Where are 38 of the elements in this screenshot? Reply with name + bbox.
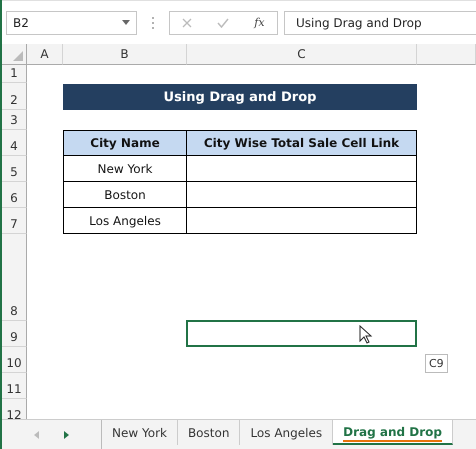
check-icon[interactable]: [217, 18, 230, 28]
row-header[interactable]: 5: [2, 156, 27, 182]
cell-reference-tooltip: C9: [425, 354, 448, 373]
row-header[interactable]: 4: [2, 130, 27, 156]
column-header[interactable]: [417, 44, 476, 65]
row-header[interactable]: 1: [2, 65, 27, 83]
column-header[interactable]: A: [27, 44, 63, 65]
row-header[interactable]: 7: [2, 208, 27, 234]
dropdown-caret-icon: [122, 20, 130, 25]
formula-field[interactable]: Using Drag and Drop: [284, 10, 476, 34]
row-header[interactable]: 3: [2, 110, 27, 130]
row-header[interactable]: 10: [2, 347, 27, 373]
sheet-tab[interactable]: Boston: [178, 420, 240, 445]
row-header[interactable]: 12: [2, 399, 27, 419]
corner-triangle-icon: [13, 51, 23, 61]
table-cell: Los Angeles: [63, 208, 187, 234]
row-header[interactable]: 11: [2, 373, 27, 399]
name-box[interactable]: B2: [6, 10, 137, 34]
title-cell: Using Drag and Drop: [63, 84, 417, 110]
row-header[interactable]: 2: [2, 83, 27, 110]
row-header[interactable]: 6: [2, 182, 27, 208]
row-header[interactable]: 9: [2, 321, 27, 347]
row-header[interactable]: 8: [2, 234, 27, 321]
table-cell: New York: [63, 156, 187, 182]
scroll-right-icon[interactable]: [64, 430, 69, 438]
select-all-corner[interactable]: [2, 44, 27, 65]
column-header[interactable]: B: [63, 44, 187, 65]
scroll-left-icon[interactable]: [34, 430, 40, 438]
insert-function-button[interactable]: fx: [254, 16, 265, 29]
table-header-cell: City Wise Total Sale Cell Link: [187, 130, 417, 156]
table-header-cell: City Name: [63, 130, 187, 156]
mouse-pointer-icon: [359, 325, 373, 345]
cancel-icon[interactable]: [182, 18, 192, 28]
table-cell: Boston: [63, 182, 187, 208]
column-header[interactable]: C: [187, 44, 417, 65]
sheet-tab[interactable]: New York: [102, 420, 178, 445]
grip-icon: [151, 16, 155, 30]
sheet-tab[interactable]: Drag and Drop: [333, 420, 453, 445]
